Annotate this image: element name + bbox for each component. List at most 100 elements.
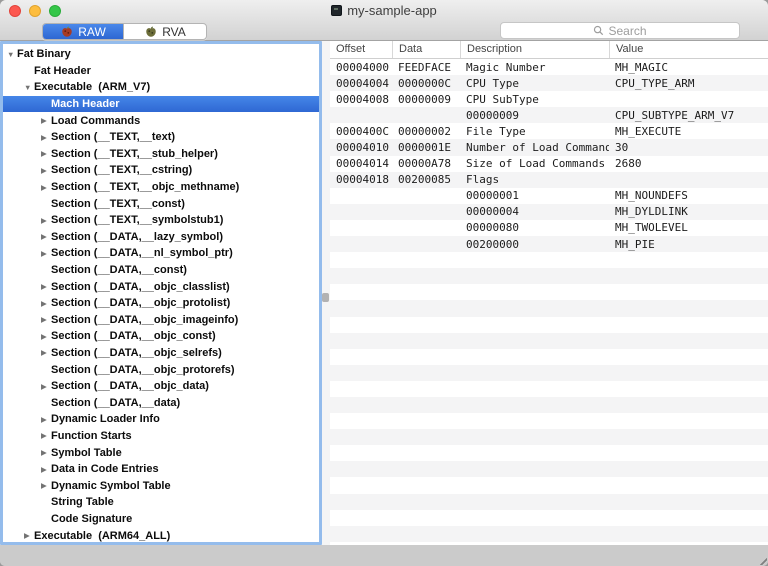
disclosure-collapsed-icon[interactable]: ▶ [41, 382, 51, 391]
table-row[interactable]: 00004018 00200085 Flags [330, 171, 768, 188]
sidebar-item[interactable]: ▶ Section (__DATA,__lazy_symbol) [3, 229, 319, 246]
sidebar-item[interactable]: Code Signature [3, 511, 319, 528]
disclosure-collapsed-icon[interactable]: ▶ [41, 332, 51, 341]
close-button[interactable] [9, 5, 21, 17]
disclosure-collapsed-icon[interactable]: ▶ [41, 166, 51, 175]
disclosure-collapsed-icon[interactable]: ▶ [41, 431, 51, 440]
sidebar-item[interactable]: ▶ Data in Code Entries [3, 461, 319, 478]
table-row[interactable]: 00000001 MH_NOUNDEFS [330, 188, 768, 204]
cell-value: MH_NOUNDEFS [615, 189, 688, 203]
disclosure-collapsed-icon[interactable]: ▶ [41, 448, 51, 457]
search-input[interactable]: Search [500, 22, 740, 39]
sidebar-item[interactable]: Section (__DATA,__const) [3, 262, 319, 279]
zoom-button[interactable] [49, 5, 61, 17]
sidebar-item[interactable]: ▶ Section (__DATA,__objc_classlist) [3, 278, 319, 295]
column-header-offset[interactable]: Offset [330, 41, 392, 58]
table-row-empty [330, 413, 768, 429]
disclosure-collapsed-icon[interactable]: ▶ [41, 216, 51, 225]
disclosure-expanded-icon[interactable]: ▼ [24, 83, 34, 92]
document-icon [331, 5, 343, 16]
disclosure-collapsed-icon[interactable]: ▶ [24, 531, 34, 540]
column-header-data[interactable]: Data [392, 41, 460, 58]
sidebar-item[interactable]: Section (__DATA,__data) [3, 394, 319, 411]
sidebar-item[interactable]: Section (__DATA,__objc_protorefs) [3, 361, 319, 378]
disclosure-collapsed-icon[interactable]: ▶ [41, 249, 51, 258]
sidebar-item[interactable]: ▶ Section (__DATA,__objc_selrefs) [3, 345, 319, 362]
disclosure-collapsed-icon[interactable]: ▶ [41, 232, 51, 241]
table-row[interactable]: 00004004 0000000C CPU Type CPU_TYPE_ARM [330, 75, 768, 92]
titlebar[interactable]: my-sample-app [0, 0, 768, 21]
sidebar-item[interactable]: ▶ Section (__TEXT,__text) [3, 129, 319, 146]
sidebar-item[interactable]: ▶ Section (__TEXT,__cstring) [3, 162, 319, 179]
disclosure-collapsed-icon[interactable]: ▶ [41, 315, 51, 324]
cell-offset: 0000400C [336, 124, 389, 138]
disclosure-collapsed-icon[interactable]: ▶ [41, 183, 51, 192]
table-row-empty [330, 396, 768, 414]
disclosure-expanded-icon[interactable]: ▼ [7, 50, 17, 59]
disclosure-collapsed-icon[interactable]: ▶ [41, 282, 51, 291]
disclosure-collapsed-icon[interactable]: ▶ [41, 133, 51, 142]
sidebar-item-label: Section (__TEXT,__const) [51, 197, 185, 210]
disclosure-collapsed-icon[interactable]: ▶ [41, 299, 51, 308]
disclosure-collapsed-icon[interactable]: ▶ [41, 116, 51, 125]
table-row[interactable]: 00004000 FEEDFACE Magic Number MH_MAGIC [330, 59, 768, 75]
table-row[interactable]: 00004010 0000001E Number of Load Commands 3… [330, 139, 768, 156]
disclosure-collapsed-icon[interactable]: ▶ [41, 481, 51, 490]
segment-rva[interactable]: RVA [123, 24, 206, 39]
cell-value: MH_MAGIC [615, 60, 668, 74]
cell-description: 00200000 [466, 237, 519, 251]
disclosure-collapsed-icon[interactable]: ▶ [41, 348, 51, 357]
sidebar-item[interactable]: ▶ Function Starts [3, 428, 319, 445]
sidebar-item[interactable]: ▶ Section (__TEXT,__symbolstub1) [3, 212, 319, 229]
red-apple-icon [62, 26, 72, 37]
sidebar: ▼ Fat Binary Fat Header ▼ Executable (ARM_V7… [0, 41, 322, 545]
sidebar-item[interactable]: ▶ Section (__DATA,__objc_const) [3, 328, 319, 345]
cell-offset: 00004014 [336, 157, 389, 171]
sidebar-item-label: Section (__DATA,__objc_protorefs) [51, 363, 235, 376]
sidebar-item[interactable]: ▶ Section (__DATA,__nl_symbol_ptr) [3, 245, 319, 262]
table-row[interactable]: 00000009 CPU_SUBTYPE_ARM_V7 [330, 107, 768, 124]
sidebar-item[interactable]: ▶ Symbol Table [3, 444, 319, 461]
sidebar-item[interactable]: String Table [3, 494, 319, 511]
sidebar-item[interactable]: ▶ Executable (ARM64_ALL) [3, 527, 319, 542]
split-divider[interactable] [322, 41, 330, 545]
sidebar-item-label: Section (__DATA,__const) [51, 264, 187, 277]
sidebar-item[interactable]: ▶ Dynamic Loader Info [3, 411, 319, 428]
sidebar-item[interactable]: Mach Header [3, 95, 319, 113]
column-header-description[interactable]: Description [460, 41, 609, 58]
cell-description: 00000080 [466, 221, 519, 235]
cell-data: FEEDFACE [398, 60, 451, 74]
sidebar-tree: ▼ Fat Binary Fat Header ▼ Executable (ARM_V7… [3, 44, 319, 542]
minimize-button[interactable] [29, 5, 41, 17]
resize-grip-icon[interactable] [759, 557, 767, 565]
sidebar-item[interactable]: ▶ Section (__TEXT,__stub_helper) [3, 146, 319, 163]
sidebar-item[interactable]: Fat Header [3, 63, 319, 80]
segment-raw[interactable]: RAW [43, 24, 124, 39]
sidebar-item[interactable]: ▼ Fat Binary [3, 46, 319, 63]
sidebar-item[interactable]: Section (__TEXT,__const) [3, 195, 319, 212]
sidebar-item[interactable]: ▶ Section (__DATA,__objc_imageinfo) [3, 312, 319, 329]
sidebar-item[interactable]: ▶ Dynamic Symbol Table [3, 477, 319, 494]
sidebar-item[interactable]: ▶ Section (__DATA,__objc_protolist) [3, 295, 319, 312]
table-row[interactable]: 00000004 MH_DYLDLINK [330, 203, 768, 220]
table-row[interactable]: 00000080 MH_TWOLEVEL [330, 220, 768, 236]
table-row[interactable]: 00200000 MH_PIE [330, 236, 768, 253]
sidebar-item[interactable]: ▼ Executable (ARM_V7) [3, 79, 319, 96]
cell-data: 00000009 [398, 92, 451, 106]
sidebar-item[interactable]: ▶ Section (__TEXT,__objc_methname) [3, 179, 319, 196]
divider-grip-icon[interactable] [322, 293, 329, 302]
table-row-empty [330, 461, 768, 478]
column-header-value[interactable]: Value [609, 41, 768, 58]
table-row[interactable]: 0000400C 00000002 File Type MH_EXECUTE [330, 123, 768, 139]
disclosure-collapsed-icon[interactable]: ▶ [41, 415, 51, 424]
disclosure-collapsed-icon[interactable]: ▶ [41, 465, 51, 474]
sidebar-item-label: Section (__TEXT,__objc_methname) [51, 181, 240, 194]
table-row-empty [330, 349, 768, 365]
table-row[interactable]: 00004008 00000009 CPU SubType [330, 91, 768, 107]
disclosure-collapsed-icon[interactable]: ▶ [41, 149, 51, 158]
sidebar-item[interactable]: ▶ Load Commands [3, 112, 319, 129]
sidebar-item[interactable]: ▶ Section (__DATA,__objc_data) [3, 378, 319, 395]
table-row[interactable]: 00004014 00000A78 Size of Load Commands 268… [330, 156, 768, 172]
sidebar-item-label: Symbol Table [51, 446, 122, 459]
cell-offset: 00004004 [336, 76, 389, 90]
